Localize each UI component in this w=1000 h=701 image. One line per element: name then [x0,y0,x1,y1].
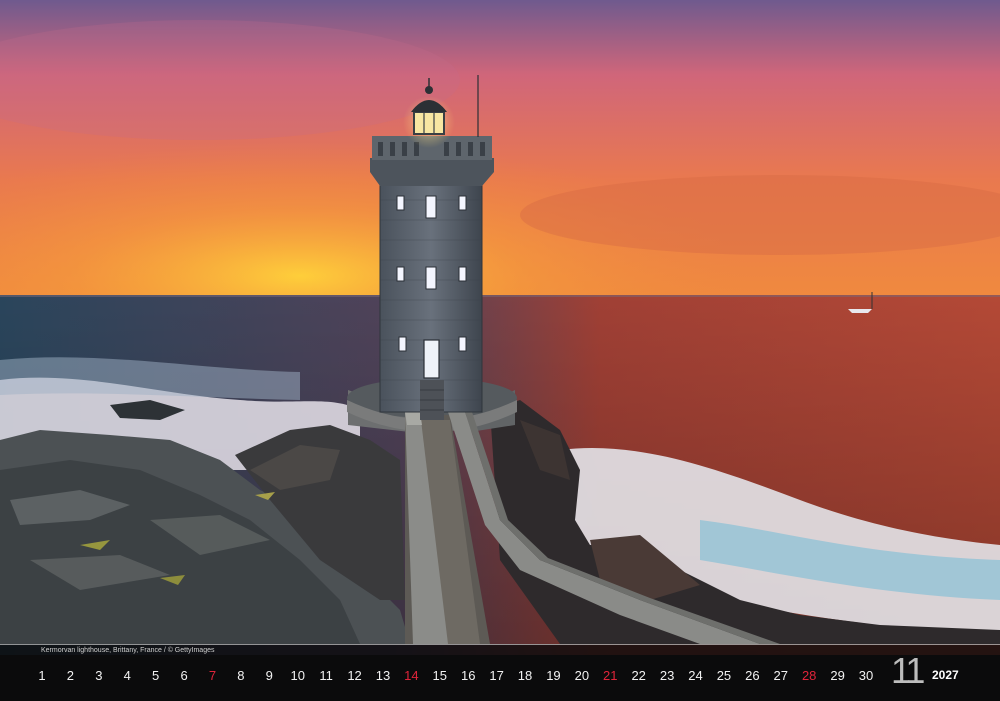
calendar-day: 8 [237,668,245,683]
calendar-day: 28 [801,668,817,683]
calendar-day: 15 [432,668,448,683]
divider-line [0,644,1000,645]
calendar-day: 2 [66,668,75,683]
calendar-day: 29 [830,668,845,683]
month-number: 11 [891,650,925,691]
calendar-day: 12 [347,668,362,683]
calendar-day: 3 [95,668,103,683]
lighthouse-photo [0,0,1000,655]
calendar-day: 4 [123,668,131,683]
calendar-day: 10 [290,668,305,683]
calendar-day: 26 [745,668,760,683]
calendar-day: 23 [659,668,675,683]
calendar-day: 22 [631,668,646,683]
calendar-day: 13 [375,668,391,683]
photo-caption: Kermorvan lighthouse, Brittany, France /… [41,647,215,654]
calendar-day: 25 [716,668,732,683]
calendar-day: 20 [574,668,590,683]
calendar-day: 30 [858,668,874,683]
calendar-day: 24 [688,668,703,683]
calendar-page: Kermorvan lighthouse, Brittany, France /… [0,0,1000,701]
calendar-day: 6 [180,668,188,683]
calendar-day: 5 [152,668,160,683]
calendar-day: 16 [460,668,476,683]
calendar-day: 9 [265,668,273,683]
calendar-day: 11 [319,668,333,683]
calendar-day: 19 [546,668,561,683]
calendar-day: 1 [38,668,46,683]
year-label: 2027 [932,668,959,682]
calendar-day: 18 [517,668,533,683]
calendar-day: 7 [208,668,217,683]
calendar-day: 27 [773,668,788,683]
calendar-day: 17 [489,668,504,683]
calendar-day: 21 [603,668,618,683]
calendar-day: 14 [404,668,419,683]
